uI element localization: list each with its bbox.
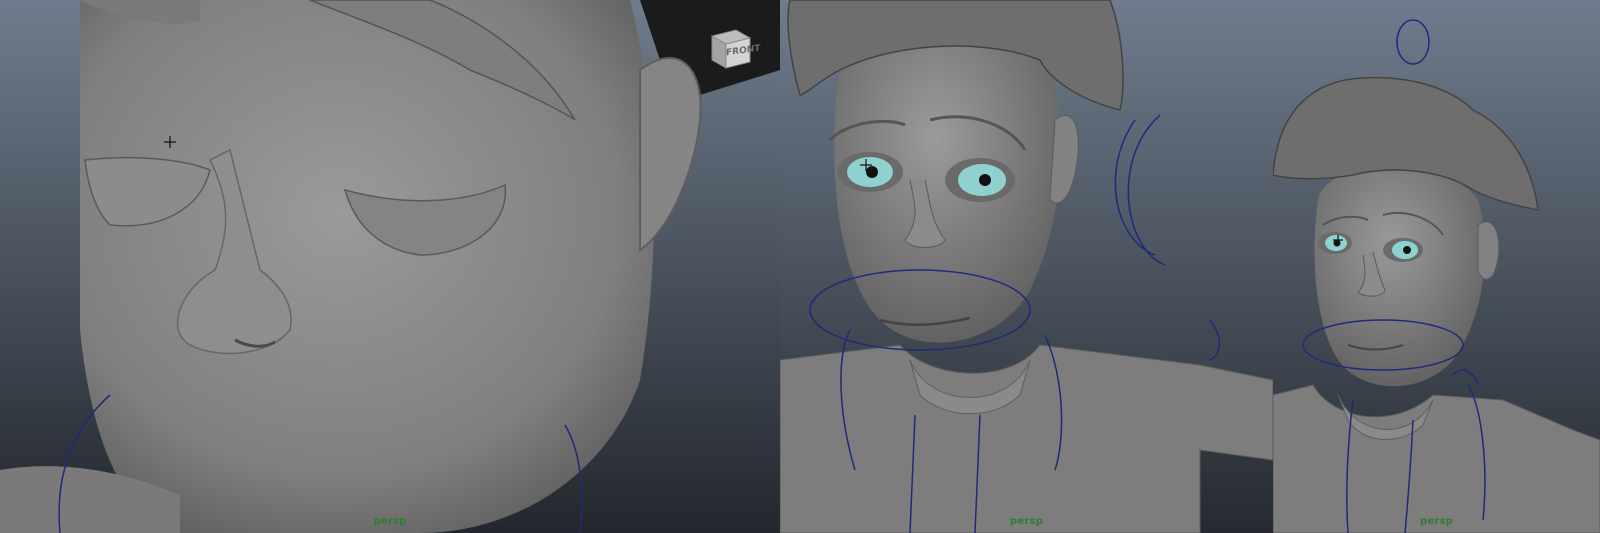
- viewport-persp-front[interactable]: persp: [780, 0, 1273, 533]
- viewport-render: [1273, 0, 1600, 533]
- viewport-persp-closeup[interactable]: FRONT persp: [0, 0, 780, 533]
- camera-label: persp: [1420, 516, 1453, 527]
- camera-label: persp: [1010, 516, 1043, 527]
- viewport-render: [780, 0, 1273, 533]
- face-mesh: [80, 0, 654, 533]
- viewport-persp-three-quarter[interactable]: persp: [1273, 0, 1600, 533]
- view-cube-icon[interactable]: FRONT: [706, 24, 760, 70]
- camera-label: persp: [373, 516, 407, 527]
- viewport-render: [0, 0, 780, 533]
